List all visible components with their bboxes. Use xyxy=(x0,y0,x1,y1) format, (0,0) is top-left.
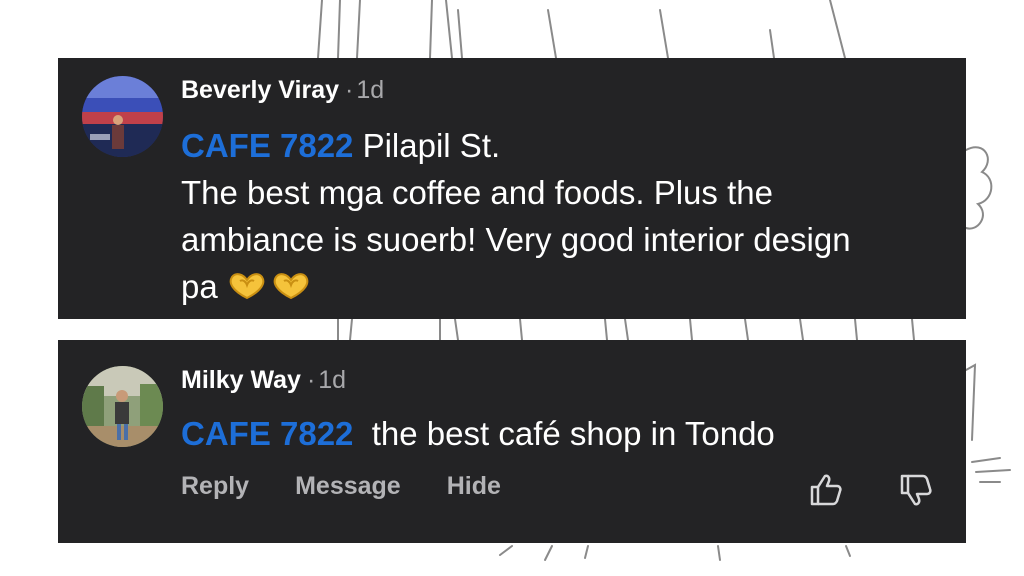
comment-time[interactable]: 1d xyxy=(356,76,384,104)
separator-dot: · xyxy=(345,76,354,104)
avatar[interactable] xyxy=(82,366,163,447)
avatar-photo xyxy=(82,366,163,447)
thumbs-up-icon[interactable] xyxy=(808,472,844,508)
author-name[interactable]: Beverly Viray xyxy=(181,76,339,104)
comment-actions: Reply Message Hide xyxy=(181,472,547,501)
heart-hands-icon xyxy=(271,266,311,313)
comment-text: CAFE 7822 the best café shop in Tondo xyxy=(181,410,881,457)
reply-button[interactable]: Reply xyxy=(181,472,249,500)
separator-dot: · xyxy=(306,366,316,394)
author-name[interactable]: Milky Way xyxy=(181,366,301,394)
mention-tag[interactable]: CAFE 7822 xyxy=(181,127,353,164)
hide-button[interactable]: Hide xyxy=(447,472,501,500)
mention-tag[interactable]: CAFE 7822 xyxy=(181,415,353,452)
message-button[interactable]: Message xyxy=(295,472,401,500)
avatar-photo xyxy=(82,76,163,157)
heart-hands-icon xyxy=(227,266,267,313)
comment-body: the best café shop in Tondo xyxy=(353,415,775,452)
comment-line1: Pilapil St. xyxy=(353,127,501,164)
comment-text: CAFE 7822 Pilapil St. The best mga coffe… xyxy=(181,122,881,313)
comment-time[interactable]: 1d xyxy=(318,366,346,394)
thumbs-down-icon[interactable] xyxy=(898,472,934,508)
comment-card: Milky Way · 1d CAFE 7822 the best café sho… xyxy=(58,340,966,543)
avatar[interactable] xyxy=(82,76,163,157)
comment-header: Beverly Viray · 1d xyxy=(181,76,384,105)
comment-card: Beverly Viray · 1d CAFE 7822 Pilapil St. T… xyxy=(58,58,966,319)
comment-header: Milky Way · 1d xyxy=(181,366,346,395)
